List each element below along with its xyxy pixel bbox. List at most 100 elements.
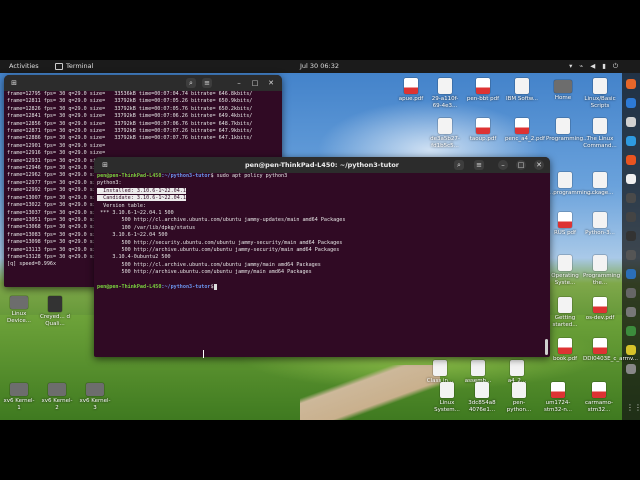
menu-icon[interactable]: ≡	[474, 160, 484, 170]
desktop-icon[interactable]: IBM Softw...	[505, 78, 539, 103]
app-icon[interactable]	[626, 250, 636, 260]
desktop-icon[interactable]: Python-3...	[583, 212, 617, 237]
document-icon	[438, 118, 452, 134]
rhythmbox-icon[interactable]	[626, 136, 636, 146]
letterbox-top	[0, 0, 640, 60]
desktop-icon[interactable]: RUS pdf	[548, 212, 582, 237]
version-table-line: 500 http://cl.archive.ubuntu.com/ubuntu …	[121, 261, 321, 268]
document-icon	[558, 297, 572, 313]
minimize-icon[interactable]: –	[234, 78, 244, 88]
desktop-icon[interactable]: a4_2...	[500, 360, 534, 385]
terminal-dock-icon[interactable]	[626, 212, 636, 222]
close-icon[interactable]: ✕	[534, 160, 544, 170]
document-icon	[475, 382, 489, 398]
desktop-icon[interactable]: penc_a4_2.pdf	[505, 118, 545, 143]
desktop-icon[interactable]: pen-python...	[502, 382, 536, 413]
desktop-icon[interactable]: Creyed... d Quali...	[38, 296, 72, 327]
desktop-icon[interactable]: assemb...	[461, 360, 495, 385]
terminal-output[interactable]: pen@pen-ThinkPad-L450:~/python3-tutor$ s…	[94, 173, 550, 357]
desktop-icon[interactable]: Class in...	[423, 360, 457, 385]
desktop-icon[interactable]: um1724-stm32-n...	[541, 382, 575, 413]
wallpaper-road	[300, 365, 440, 420]
desktop-icon[interactable]: DDI0403E_c_armv...	[583, 338, 638, 363]
pdf-file-icon	[558, 212, 572, 228]
search-icon[interactable]: ⌕	[454, 160, 464, 170]
desktop-icon[interactable]: apue.pdf	[394, 78, 428, 103]
vscode-icon[interactable]	[626, 269, 636, 279]
maximize-icon[interactable]: □	[516, 160, 526, 170]
desktop-icon[interactable]: Getting started...	[548, 297, 582, 328]
thunderbird-icon[interactable]	[626, 98, 636, 108]
desktop-icon[interactable]: 29-a110f-69-4e3...	[428, 78, 462, 109]
desktop-icon[interactable]: xv6 Kernel-2	[40, 383, 74, 411]
desktop-icon[interactable]: os-dev.pdf	[583, 297, 617, 322]
clock[interactable]: Jul 30 06:32	[300, 62, 339, 70]
volume-icon: ◀	[590, 62, 596, 70]
trash-icon[interactable]	[626, 364, 636, 374]
document-icon	[558, 255, 572, 271]
desktop-icon[interactable]: The Linux Command...	[583, 118, 617, 149]
system-tray[interactable]: ▾ ⌁ ◀ ▮ ⏻	[569, 62, 618, 71]
output-line: frame=12886 fps= 30 q=29.0 size= 33792kB…	[7, 135, 253, 142]
installed-label: Installed:	[97, 187, 137, 194]
terminal-window-python3-tutor[interactable]: ⊞ pen@pen-ThinkPad-L450: ~/python3-tutor…	[94, 157, 550, 357]
scrollbar[interactable]	[545, 339, 548, 355]
desktop-icon[interactable]: Programming...	[546, 118, 588, 143]
settings-icon[interactable]	[626, 193, 636, 203]
writer-icon[interactable]	[626, 174, 636, 184]
desktop-icon[interactable]: book.pdf	[548, 338, 582, 363]
desktop-icon[interactable]: xv6 Kernel-1	[2, 383, 36, 411]
output-line: frame=12811 fps= 30 q=29.0 size= 33792kB…	[7, 98, 253, 105]
desktop-icon[interactable]: de3a5b27-fd1b5c5...	[428, 118, 462, 149]
version-table-line: 500 http://archive.ubuntu.com/ubuntu jam…	[121, 247, 340, 254]
search-icon[interactable]: ⌕	[186, 78, 196, 88]
prompt-path: :~/python3-tutor	[161, 173, 211, 179]
app-icon[interactable]	[626, 326, 636, 336]
document-icon	[512, 382, 526, 398]
desktop-icon[interactable]: Programming the...	[583, 255, 620, 286]
activities-button[interactable]: Activities	[9, 62, 39, 70]
files-icon[interactable]	[626, 117, 636, 127]
desktop-icon[interactable]: Home	[546, 80, 580, 102]
app-icon[interactable]	[626, 307, 636, 317]
prompt-user: pen@pen-ThinkPad-L450	[97, 173, 162, 179]
pdf-file-icon	[558, 338, 572, 354]
maximize-icon[interactable]: □	[250, 78, 260, 88]
pdf-file-icon	[593, 338, 607, 354]
output-line: frame=12841 fps= 30 q=29.0 size= 33792kB…	[7, 113, 253, 120]
app-menu-label: Terminal	[66, 62, 94, 70]
close-icon[interactable]: ✕	[266, 78, 276, 88]
desktop-icon[interactable]: taoup.pdf	[466, 118, 500, 143]
output-line: frame=12856 fps= 30 q=29.0 size= 33792kB…	[7, 120, 253, 127]
show-apps-icon[interactable]: ⋮⋮	[626, 403, 640, 413]
minimize-icon[interactable]: –	[498, 160, 508, 170]
app-icon[interactable]	[626, 345, 636, 355]
desktop-icon[interactable]: Linux Device...	[2, 296, 36, 324]
desktop-icon[interactable]: Linux System...	[430, 382, 464, 413]
desktop-icon[interactable]: Linux/Basic Scripts	[583, 78, 617, 109]
version-table-line: Version table:	[103, 202, 147, 209]
app-icon[interactable]	[626, 231, 636, 241]
app-icon[interactable]	[626, 288, 636, 298]
app-menu[interactable]: Terminal	[55, 62, 93, 70]
desktop-icon[interactable]: pen-bbt pdf	[466, 78, 500, 103]
software-icon[interactable]	[626, 155, 636, 165]
document-icon	[593, 118, 607, 134]
firefox-icon[interactable]	[626, 79, 636, 89]
desktop-icon[interactable]: Operating Syste...	[548, 255, 582, 286]
desktop-icon[interactable]: ...programming...	[548, 172, 596, 197]
installed-value: 3.10.6-1~22.04.1	[136, 187, 186, 194]
window-titlebar[interactable]: ⊞ ⌕ ≡ – □ ✕	[4, 75, 282, 91]
window-titlebar[interactable]: ⊞ pen@pen-ThinkPad-L450: ~/python3-tutor…	[94, 157, 550, 173]
desktop-icon[interactable]: ...ckage...	[583, 172, 617, 197]
document-icon	[471, 360, 485, 376]
desktop-icon[interactable]: xv6 Kernel-3	[78, 383, 112, 411]
desktop-icon[interactable]: 3dc854a8 4076e1...	[465, 382, 499, 413]
text-cursor	[213, 284, 217, 291]
menu-icon[interactable]: ≡	[202, 78, 212, 88]
desktop-icon[interactable]: carmamo-stm32...	[582, 382, 616, 413]
output-line: frame=12871 fps= 30 q=29.0 size= 33792kB…	[7, 128, 253, 135]
new-tab-icon[interactable]: ⊞	[9, 78, 19, 88]
document-icon	[593, 78, 607, 94]
document-icon	[438, 78, 452, 94]
